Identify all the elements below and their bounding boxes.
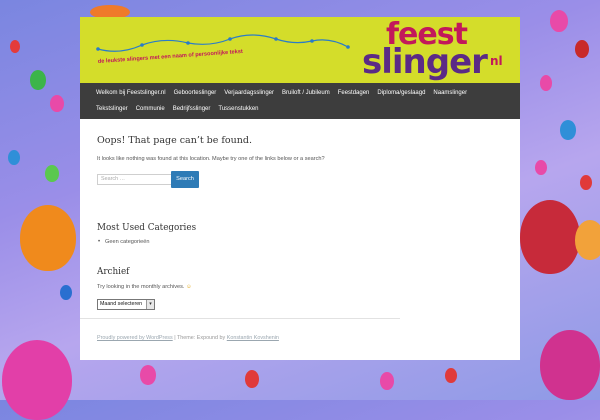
balloon-decoration (140, 365, 156, 385)
balloon-decoration (550, 10, 568, 32)
footer-divider (80, 318, 400, 319)
balloon-decoration (535, 160, 547, 175)
balloon-decoration (50, 95, 64, 112)
nav-item-tussenstukken[interactable]: Tussenstukken (218, 104, 258, 115)
list-item: Geen categorieën (98, 238, 196, 247)
author-link[interactable]: Konstantin Kovshenin (227, 335, 279, 341)
brand-logo-slinger: slinger (362, 42, 488, 82)
balloon-decoration (8, 150, 20, 165)
balloon-decoration (30, 70, 46, 90)
nav-item-bruiloft[interactable]: Bruiloft / Jubileum (282, 88, 330, 99)
nav-row-1: Welkom bij Feestslinger.nl Geboortesling… (96, 88, 467, 99)
not-found-message: It looks like nothing was found at this … (97, 156, 325, 162)
balloon-decoration (560, 120, 576, 140)
archive-text: Try looking in the monthly archives. ☺ (97, 283, 192, 292)
nav-item-diploma[interactable]: Diploma/geslaagd (377, 88, 425, 99)
balloon-decoration (60, 285, 72, 300)
wordpress-link[interactable]: Proudly powered by WordPress (97, 335, 173, 341)
archive-month-select[interactable]: Maand selecteren ▾ (97, 299, 155, 310)
site-header-banner[interactable]: de leukste slingers met een naam of pers… (80, 17, 520, 83)
categories-list: Geen categorieën (97, 238, 196, 247)
chevron-down-icon: ▾ (146, 300, 154, 309)
search-button[interactable]: Search (171, 171, 199, 188)
nav-item-verjaardagsslinger[interactable]: Verjaardagsslinger (224, 88, 274, 99)
balloon-decoration (580, 175, 592, 190)
balloon-decoration (540, 330, 600, 400)
brand-logo-suffix: nl (490, 54, 503, 68)
archive-heading: Archief (97, 267, 130, 277)
balloon-decoration (45, 165, 59, 182)
site-footer: Proudly powered by WordPress | Theme: Ex… (97, 335, 279, 341)
nav-item-naamslinger[interactable]: Naamslinger (433, 88, 467, 99)
balloon-decoration (245, 370, 259, 388)
search-input[interactable]: Search … (97, 174, 172, 185)
main-navigation: Welkom bij Feestslinger.nl Geboortesling… (80, 83, 520, 119)
nav-item-tekstslinger[interactable]: Tekstslinger (96, 104, 128, 115)
nav-item-bedrijfsslinger[interactable]: Bedrijfsslinger (173, 104, 211, 115)
nav-item-feestdagen[interactable]: Feestdagen (338, 88, 370, 99)
archive-description: Try looking in the monthly archives. (97, 284, 185, 290)
nav-item-communie[interactable]: Communie (136, 104, 165, 115)
balloon-decoration (575, 220, 600, 260)
page-container: de leukste slingers met een naam of pers… (80, 17, 520, 360)
balloon-decoration (575, 40, 589, 58)
archive-widget: Archief Try looking in the monthly archi… (97, 267, 192, 310)
select-value: Maand selecteren (100, 301, 143, 307)
categories-widget: Most Used Categories Geen categorieën (97, 223, 196, 247)
page-title: Oops! That page can’t be found. (97, 135, 252, 146)
nav-row-2: Tekstslinger Communie Bedrijfsslinger Tu… (96, 104, 259, 115)
nav-item-welkom[interactable]: Welkom bij Feestslinger.nl (96, 88, 166, 99)
balloon-decoration (2, 340, 72, 420)
footer-separator: | Theme: Expound by (172, 335, 227, 341)
balloon-decoration (20, 205, 76, 271)
balloon-decoration (380, 372, 394, 390)
main-content: Oops! That page can’t be found. It looks… (97, 135, 497, 310)
smiley-icon: ☺ (186, 284, 192, 290)
nav-item-geboorteslinger[interactable]: Geboorteslinger (174, 88, 217, 99)
search-form: Search … Search (97, 171, 497, 189)
balloon-decoration (540, 75, 552, 91)
balloon-decoration (520, 200, 580, 274)
categories-heading: Most Used Categories (97, 223, 197, 233)
balloon-decoration (10, 40, 20, 53)
balloon-decoration (445, 368, 457, 383)
